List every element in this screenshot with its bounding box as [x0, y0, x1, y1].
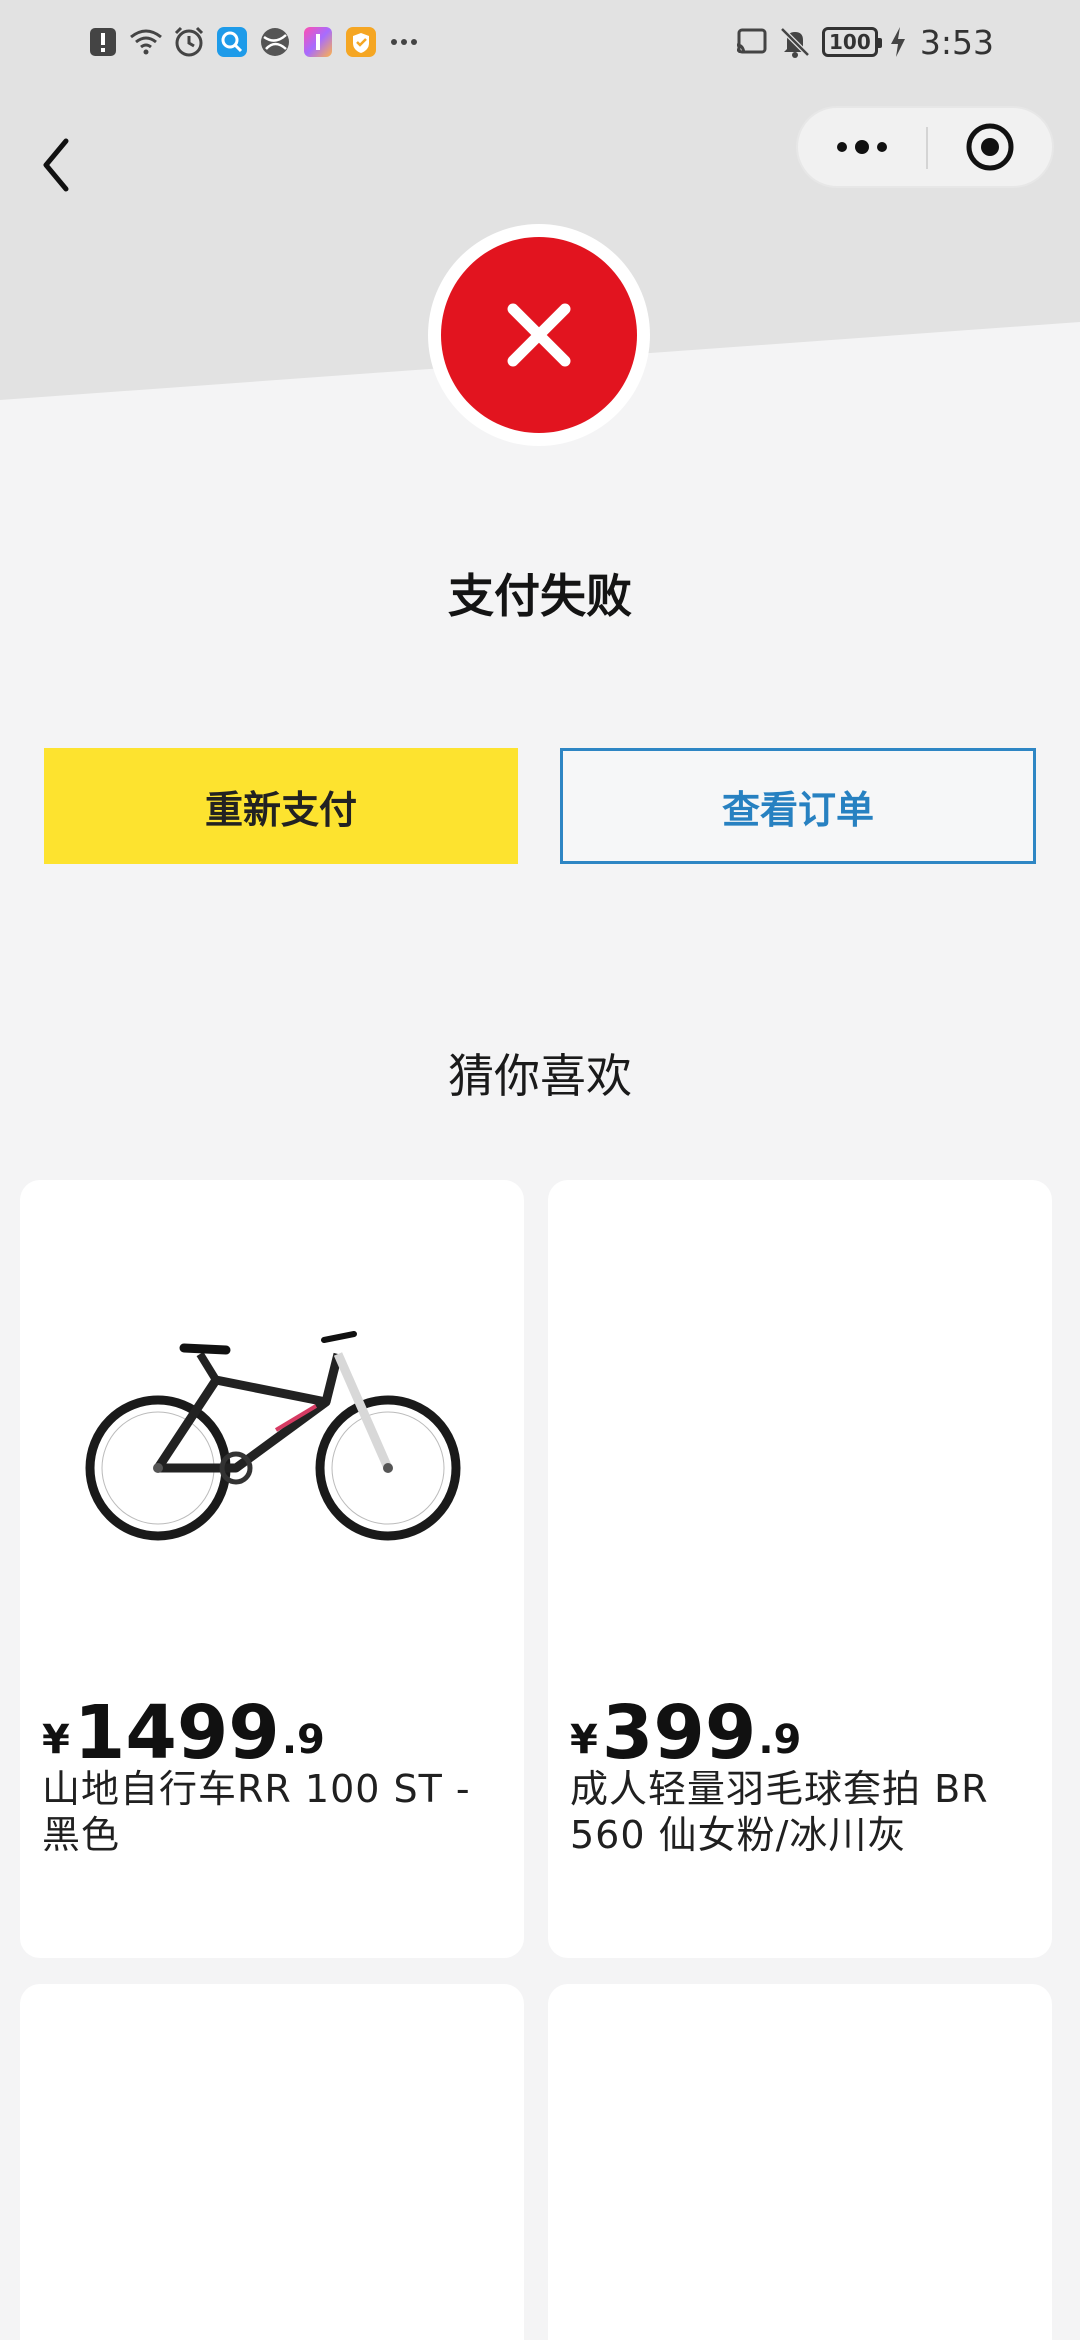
- view-order-button[interactable]: 查看订单: [560, 748, 1036, 864]
- browser-app-icon: [258, 25, 292, 59]
- status-left-icons: [86, 22, 421, 62]
- wifi-icon: [129, 25, 163, 59]
- price-integer: 399: [601, 1690, 757, 1776]
- chevron-left-icon: [43, 138, 69, 192]
- currency-symbol: ¥: [570, 1717, 598, 1763]
- target-close-icon: [966, 123, 1014, 171]
- payment-status-title: 支付失败: [448, 569, 632, 623]
- more-dots-icon: [837, 140, 887, 154]
- recommend-section-title: 猜你喜欢: [448, 1049, 632, 1103]
- alarm-icon: [172, 25, 206, 59]
- status-right-icons: 100 3:53: [734, 22, 994, 62]
- repay-button[interactable]: 重新支付: [44, 748, 518, 864]
- status-time: 3:53: [919, 22, 994, 62]
- charging-icon: [888, 25, 908, 59]
- price-integer: 1499: [73, 1690, 280, 1776]
- product-card[interactable]: ¥ 399 .9 成人轻量羽毛球套拍 BR 560 仙女粉/冰川灰: [548, 1180, 1052, 1958]
- product-image: [20, 1180, 524, 1680]
- more-dots-icon: [387, 25, 421, 59]
- mute-icon: [778, 25, 812, 59]
- mini-program-capsule: [796, 106, 1054, 188]
- color-app-icon: [301, 25, 335, 59]
- product-card[interactable]: [548, 1984, 1052, 2340]
- status-bar: 100 3:53: [0, 0, 1080, 82]
- product-price: ¥ 399 .9: [570, 1670, 801, 1770]
- alert-icon: [86, 25, 120, 59]
- currency-symbol: ¥: [42, 1717, 70, 1763]
- price-decimal: .9: [758, 1717, 802, 1763]
- product-card[interactable]: [20, 1984, 524, 2340]
- shield-app-icon: [344, 25, 378, 59]
- price-decimal: .9: [281, 1717, 325, 1763]
- product-card[interactable]: ¥ 1499 .9 山地自行车RR 100 ST - 黑色: [20, 1180, 524, 1958]
- product-name: 山地自行车RR 100 ST - 黑色: [42, 1767, 471, 1857]
- product-price: ¥ 1499 .9: [42, 1670, 325, 1770]
- product-image: [548, 1180, 1052, 1680]
- close-x-icon: [507, 303, 571, 367]
- battery-icon: 100: [821, 27, 882, 57]
- cast-icon: [734, 25, 768, 59]
- product-name: 成人轻量羽毛球套拍 BR 560 仙女粉/冰川灰: [570, 1767, 989, 1857]
- mountain-bike-image: [85, 1331, 461, 1541]
- capsule-close-button[interactable]: [928, 108, 1052, 186]
- search-app-icon: [215, 25, 249, 59]
- back-button[interactable]: [28, 130, 84, 200]
- capsule-more-button[interactable]: [798, 108, 926, 186]
- payment-failed-badge: [428, 224, 650, 446]
